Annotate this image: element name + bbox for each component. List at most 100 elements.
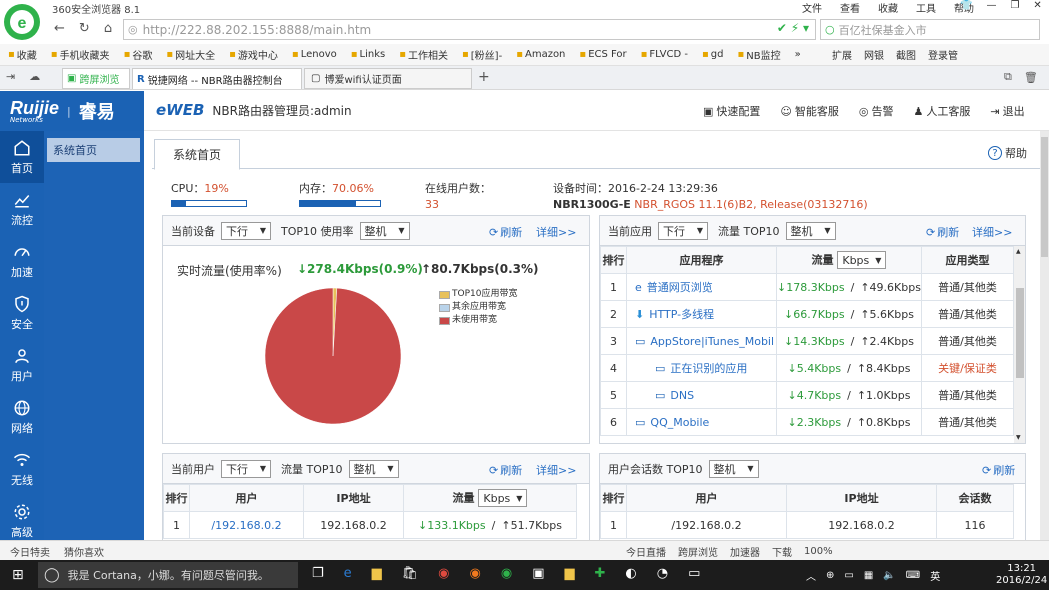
unit-select[interactable]: Kbps ▼ <box>837 251 887 269</box>
nav-item-chart[interactable]: 流控 <box>0 183 44 235</box>
refresh-browser-icon[interactable]: ↻ <box>79 21 90 36</box>
refresh-button[interactable]: ⟳ 刷新 <box>926 224 959 240</box>
header-action[interactable]: ◎ 告警 <box>859 103 894 119</box>
bookmark-item[interactable]: ▪ NB监控 <box>737 47 780 62</box>
keyboard-icon[interactable]: ⌨ <box>906 570 920 581</box>
tab-system-home[interactable]: 系统首页 <box>154 139 240 170</box>
sidebar-toggle-icon[interactable]: ⇥ <box>6 70 15 83</box>
status-item[interactable]: 加速器 <box>730 544 760 559</box>
status-item[interactable]: 下载 <box>772 544 792 559</box>
bookmark-item[interactable]: ▪ 收藏 <box>8 47 37 62</box>
tab-wifi[interactable]: ▢ 博爱wifi认证页面 <box>304 68 472 89</box>
bookmark-item[interactable]: ▪ 游戏中心 <box>229 47 278 62</box>
store-icon[interactable]: 🛍 <box>402 566 419 581</box>
bookmark-item[interactable]: ▪ gd <box>702 49 723 60</box>
minimize-icon[interactable]: — <box>986 0 996 11</box>
menu-item[interactable]: 查看 <box>840 0 860 15</box>
edge-icon[interactable]: e <box>344 566 352 581</box>
bookmark-item[interactable]: ▪ Lenovo <box>292 49 337 60</box>
nav-item-speed[interactable]: 加速 <box>0 235 44 287</box>
nav-item-globe[interactable]: 网络 <box>0 391 44 443</box>
app-name-link[interactable]: 正在识别的应用 <box>670 362 747 375</box>
status-item[interactable]: 猜你喜欢 <box>64 544 104 559</box>
restore-tab-icon[interactable]: ⧉ <box>1004 70 1012 84</box>
unit-select[interactable]: Kbps ▼ <box>478 489 528 507</box>
clock[interactable]: 13:21 2016/2/24 <box>996 563 1047 587</box>
menu-item[interactable]: 收藏 <box>878 0 898 15</box>
cortana-search[interactable]: ◯ 我是 Cortana，小娜。有问题尽管问我。 <box>38 562 298 588</box>
bookmark-item[interactable]: ▪ [粉丝]- <box>462 47 502 62</box>
app-name-link[interactable]: 普通网页浏览 <box>647 281 713 294</box>
home-browser-icon[interactable]: ⌂ <box>104 21 112 36</box>
menu-item[interactable]: 工具 <box>916 0 936 15</box>
network-icon[interactable]: ▦ <box>864 570 873 581</box>
cell-user-link[interactable]: /192.168.0.2 <box>189 511 304 539</box>
addressbar-tools[interactable]: ✔ ⚡ ▾ <box>777 21 809 35</box>
toolbar-item[interactable]: 截图 <box>896 47 916 62</box>
status-item[interactable]: 今日特卖 <box>10 544 50 559</box>
skin-icon[interactable]: 👕 <box>960 0 972 11</box>
subnav-item-system-home[interactable]: 系统首页 <box>47 138 140 162</box>
tray-up-icon[interactable]: ︿ <box>806 568 816 583</box>
search-box[interactable]: ○ 百亿社保基金入市 <box>820 19 1040 40</box>
nav-item-home[interactable]: 首页 <box>0 131 44 183</box>
360-browser-icon[interactable]: ◉ <box>501 566 512 581</box>
scope-select[interactable]: 整机 ▼ <box>785 221 836 240</box>
direction-select[interactable]: 下行 ▼ <box>221 459 271 478</box>
tab-ruijie[interactable]: R 锐捷网络 -- NBR路由器控制台 <box>132 68 302 89</box>
maximize-icon[interactable]: ❐ <box>1010 0 1019 11</box>
tray-icon[interactable]: ⊕ <box>826 570 834 581</box>
firefox-icon[interactable]: ◉ <box>470 566 481 581</box>
toolbar-item[interactable]: 扩展 <box>832 47 852 62</box>
address-bar[interactable]: ◎ http://222.88.202.155:8888/main.htm ✔ … <box>123 19 816 40</box>
cloud-icon[interactable]: ☁ <box>29 70 40 83</box>
app-icon[interactable]: ▣ <box>532 566 544 581</box>
status-item[interactable]: 100% <box>804 546 833 557</box>
refresh-button[interactable]: ⟳ 刷新 <box>982 462 1015 478</box>
nav-item-shield[interactable]: 安全 <box>0 287 44 339</box>
direction-select[interactable]: 下行 ▼ <box>658 221 708 240</box>
new-tab-icon[interactable]: + <box>478 69 490 85</box>
app-icon[interactable]: ◔ <box>657 566 668 581</box>
nav-item-wifi[interactable]: 无线 <box>0 443 44 495</box>
help-button[interactable]: ? 帮助 <box>988 145 1027 161</box>
app-name-link[interactable]: QQ_Mobile <box>650 416 709 429</box>
more-bookmarks-icon[interactable]: » <box>795 49 801 60</box>
detail-link[interactable]: 详细>> <box>536 462 576 478</box>
toolbar-item[interactable]: 登录管 <box>928 47 958 62</box>
header-action[interactable]: ♟ 人工客服 <box>913 103 970 119</box>
battery-icon[interactable]: ▭ <box>844 570 853 581</box>
scope-select[interactable]: 整机 ▼ <box>359 221 410 240</box>
back-icon[interactable]: ← <box>54 21 65 36</box>
bookmark-item[interactable]: ▪ 谷歌 <box>124 47 153 62</box>
status-item[interactable]: 跨屏浏览 <box>678 544 718 559</box>
app-name-link[interactable]: AppStore|iTunes_Mobil <box>650 335 774 348</box>
bookmark-item[interactable]: ▪ 网址大全 <box>166 47 215 62</box>
bookmark-item[interactable]: ▪ 手机收藏夹 <box>51 47 110 62</box>
refresh-button[interactable]: ⟳ 刷新 <box>489 462 522 478</box>
scope-select[interactable]: 整机 ▼ <box>348 459 399 478</box>
menu-item[interactable]: 文件 <box>802 0 822 15</box>
header-action[interactable]: ▣ 快速配置 <box>703 103 760 119</box>
bookmark-item[interactable]: ▪ 工作相关 <box>399 47 448 62</box>
header-action[interactable]: ☺ 智能客服 <box>780 103 838 119</box>
direction-select[interactable]: 下行 ▼ <box>221 221 271 240</box>
status-item[interactable]: 今日直播 <box>626 544 666 559</box>
page-scrollbar[interactable] <box>1040 131 1049 540</box>
app-name-link[interactable]: DNS <box>670 389 694 402</box>
scope-select[interactable]: 整机 ▼ <box>708 459 759 478</box>
terminal-icon[interactable]: ▭ <box>688 566 700 581</box>
tab-cross-screen[interactable]: ▣ 跨屏浏览 <box>62 68 130 89</box>
refresh-button[interactable]: ⟳ 刷新 <box>489 224 522 240</box>
detail-link[interactable]: 详细>> <box>972 224 1012 240</box>
explorer-icon[interactable]: ▆ <box>372 566 382 581</box>
lang-indicator[interactable]: 英 <box>930 568 940 583</box>
detail-link[interactable]: 详细>> <box>536 224 576 240</box>
table-scrollbar[interactable]: ▲ ▼ <box>1014 246 1025 443</box>
chrome-icon[interactable]: ◉ <box>438 566 449 581</box>
bookmark-item[interactable]: ▪ Links <box>351 49 385 60</box>
task-view-icon[interactable]: ❐ <box>312 566 324 581</box>
toolbar-item[interactable]: 网银 <box>864 47 884 62</box>
app-name-link[interactable]: HTTP-多线程 <box>649 308 714 321</box>
bookmark-item[interactable]: ▪ Amazon <box>516 49 565 60</box>
